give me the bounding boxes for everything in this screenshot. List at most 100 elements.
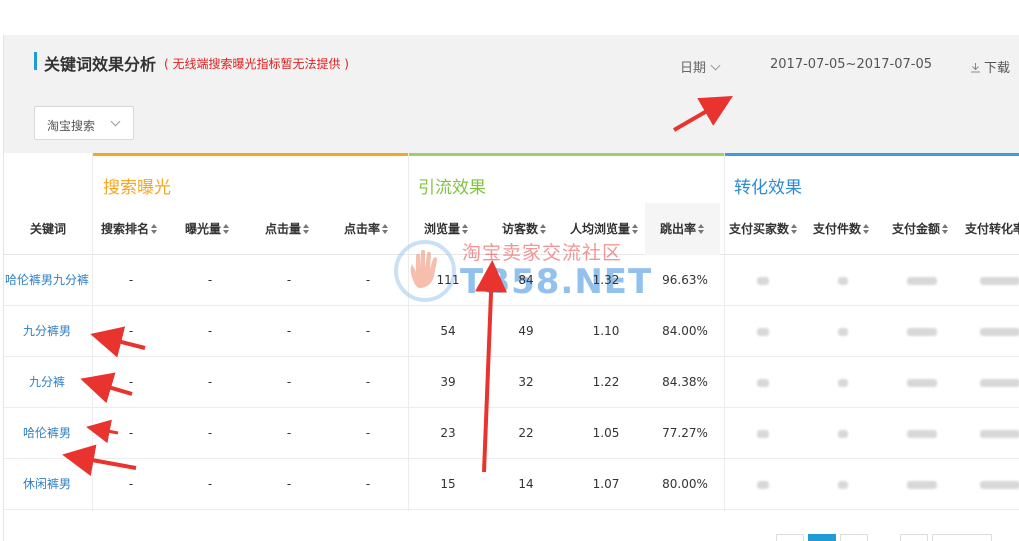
redacted-value: [892, 357, 952, 408]
col-pv-per-visitor-label: 人均浏览量: [570, 222, 631, 236]
redacted-value: [733, 459, 793, 510]
title-note: ( 无线端搜索曝光指标暂无法提供 ): [164, 57, 349, 71]
redacted-value: [733, 357, 793, 408]
title-accent-bar: [34, 52, 37, 70]
redacted-value: [970, 255, 1019, 306]
blurred-mask: [980, 378, 1019, 387]
col-rank[interactable]: 搜索排名: [101, 203, 158, 255]
source-dropdown[interactable]: 淘宝搜索: [34, 106, 134, 140]
col-conversion[interactable]: 支付转化率: [965, 203, 1019, 255]
sort-icon: [382, 223, 389, 234]
redacted-value: [970, 408, 1019, 459]
redacted-value: [813, 255, 873, 306]
blurred-mask: [980, 429, 1019, 438]
sort-icon: [942, 223, 949, 234]
col-ctr-label: 点击率: [344, 222, 381, 236]
col-amount-label: 支付金额: [892, 222, 941, 236]
col-amount[interactable]: 支付金额: [892, 203, 949, 255]
page-button[interactable]: [900, 534, 928, 541]
redacted-value: [733, 306, 793, 357]
date-dropdown-label: 日期: [680, 61, 707, 76]
blurred-mask: [907, 429, 937, 438]
keyword-analysis-page: 关键词效果分析 ( 无线端搜索曝光指标暂无法提供 ) 日期 2017-07-05…: [0, 0, 1019, 541]
cell-bounce: 77.27%: [662, 426, 708, 440]
col-buyers-label: 支付买家数: [729, 222, 790, 236]
blurred-mask: [757, 276, 769, 285]
page-button[interactable]: [776, 534, 804, 541]
blurred-mask: [757, 327, 769, 336]
blurred-mask: [838, 378, 848, 387]
chevron-down-icon: [110, 116, 121, 127]
sort-icon: [632, 223, 639, 234]
redacted-value: [813, 459, 873, 510]
cell-bounce: 80.00%: [662, 477, 708, 491]
download-button[interactable]: 下载: [970, 57, 1010, 76]
blurred-mask: [980, 480, 1019, 489]
blurred-mask: [757, 480, 769, 489]
col-visitors[interactable]: 访客数: [502, 203, 547, 255]
panel-header: 关键词效果分析 ( 无线端搜索曝光指标暂无法提供 ) 日期 2017-07-05…: [4, 35, 1019, 93]
sort-icon: [151, 223, 158, 234]
col-bounce[interactable]: 跳出率: [660, 203, 705, 255]
redacted-value: [892, 306, 952, 357]
sort-icon: [303, 223, 310, 234]
sort-icon: [540, 223, 547, 234]
sort-icon: [698, 223, 705, 234]
blurred-mask: [980, 327, 1019, 336]
redacted-value: [813, 306, 873, 357]
blurred-mask: [838, 276, 848, 285]
column-group-row: 搜索曝光 引流效果 转化效果: [4, 153, 1019, 203]
group-traffic-label: 引流效果: [418, 178, 486, 198]
source-dropdown-value: 淘宝搜索: [47, 119, 96, 133]
col-conversion-label: 支付转化率: [965, 222, 1019, 236]
redacted-value: [813, 408, 873, 459]
page-button[interactable]: [840, 534, 868, 541]
group-conversion-effect: 转化效果: [724, 153, 1019, 203]
col-impressions[interactable]: 曝光量: [185, 203, 230, 255]
blurred-mask: [907, 327, 937, 336]
blurred-mask: [980, 276, 1019, 285]
col-items[interactable]: 支付件数: [813, 203, 870, 255]
col-clicks[interactable]: 点击量: [265, 203, 310, 255]
redacted-value: [970, 357, 1019, 408]
blurred-mask: [907, 480, 937, 489]
redacted-value: [892, 459, 952, 510]
redacted-value: [813, 357, 873, 408]
group-search-label: 搜索曝光: [103, 178, 171, 198]
redacted-value: [892, 408, 952, 459]
page-button-active[interactable]: [808, 534, 836, 541]
cell-bounce: 84.00%: [662, 324, 708, 338]
redacted-value: [733, 255, 793, 306]
sort-icon: [863, 223, 870, 234]
cell-bounce: 96.63%: [662, 273, 708, 287]
col-pageviews[interactable]: 浏览量: [424, 203, 469, 255]
col-impressions-label: 曝光量: [185, 222, 222, 236]
blurred-mask: [757, 429, 769, 438]
chevron-down-icon: [710, 60, 721, 71]
col-items-label: 支付件数: [813, 222, 862, 236]
col-pv-per-visitor[interactable]: 人均浏览量: [570, 203, 639, 255]
col-bounce-label: 跳出率: [660, 222, 697, 236]
col-visitors-label: 访客数: [502, 222, 539, 236]
col-buyers[interactable]: 支付买家数: [729, 203, 798, 255]
date-dropdown[interactable]: 日期: [680, 57, 721, 76]
col-keyword-label: 关键词: [30, 222, 67, 236]
redacted-value: [892, 255, 952, 306]
redacted-value: [970, 459, 1019, 510]
blurred-mask: [838, 429, 848, 438]
download-label: 下载: [984, 61, 1011, 76]
date-range-text: 2017-07-05~2017-07-05: [770, 57, 932, 72]
redacted-value: [733, 408, 793, 459]
page-title: 关键词效果分析: [44, 55, 157, 74]
blurred-mask: [838, 327, 848, 336]
blurred-mask: [757, 378, 769, 387]
sort-icon: [462, 223, 469, 234]
group-search-exposure: 搜索曝光: [93, 153, 408, 203]
page-jump-button[interactable]: [932, 534, 992, 541]
col-clicks-label: 点击量: [265, 222, 302, 236]
redacted-value: [970, 306, 1019, 357]
col-keyword: 关键词: [30, 203, 66, 255]
col-ctr[interactable]: 点击率: [344, 203, 389, 255]
group-convert-label: 转化效果: [734, 178, 802, 198]
col-pageviews-label: 浏览量: [424, 222, 461, 236]
